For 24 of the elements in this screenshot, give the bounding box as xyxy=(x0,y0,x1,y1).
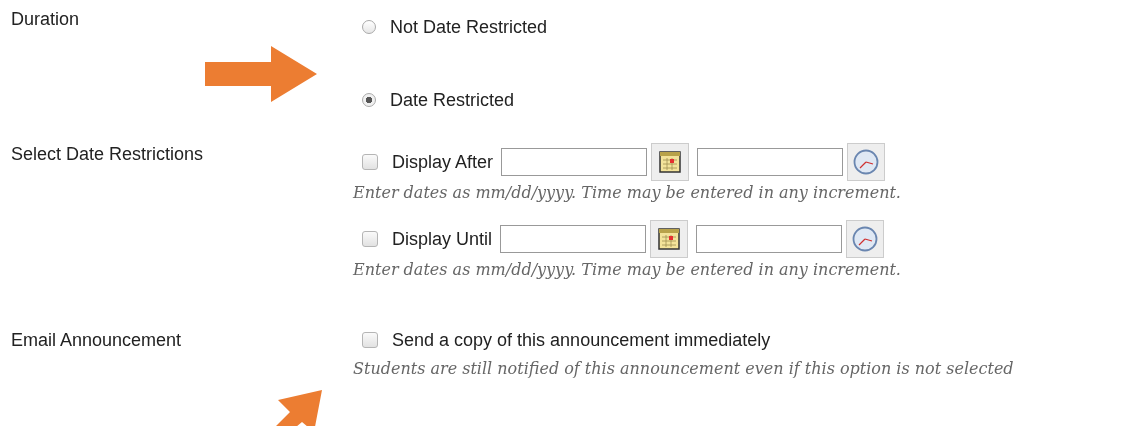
radio-option[interactable]: Not Date Restricted xyxy=(362,16,548,38)
clock-icon xyxy=(853,149,880,175)
hint-text: Enter dates as mm/dd/yyyy. Time may be entered in any increment. xyxy=(353,260,902,279)
time-field[interactable] xyxy=(696,225,843,253)
field-label: Select Date Restrictions xyxy=(11,143,204,165)
calendar-button[interactable] xyxy=(651,143,690,181)
arrow-icon xyxy=(205,46,317,102)
calendar-icon xyxy=(658,228,681,250)
date-field[interactable] xyxy=(501,148,648,176)
hint-text: Enter dates as mm/dd/yyyy. Time may be entered in any increment. xyxy=(353,183,902,202)
hint-text: Students are still notified of this announcement even if this option is not selected xyxy=(353,359,1015,378)
time-field[interactable] xyxy=(697,148,844,176)
field-label: Duration xyxy=(11,8,80,30)
radio-option[interactable]: Date Restricted xyxy=(362,89,515,111)
date-field[interactable] xyxy=(500,225,647,253)
field-label: Email Announcement xyxy=(11,329,182,351)
clock-icon xyxy=(852,226,879,252)
clock-button[interactable] xyxy=(846,220,885,258)
clock-button[interactable] xyxy=(847,143,886,181)
calendar-icon xyxy=(659,151,682,173)
checkbox-option[interactable]: Display After xyxy=(362,151,494,173)
checkbox-option[interactable]: Send a copy of this announcement immediately xyxy=(362,329,771,351)
checkbox-option[interactable]: Display Until xyxy=(362,228,493,250)
calendar-button[interactable] xyxy=(650,220,689,258)
